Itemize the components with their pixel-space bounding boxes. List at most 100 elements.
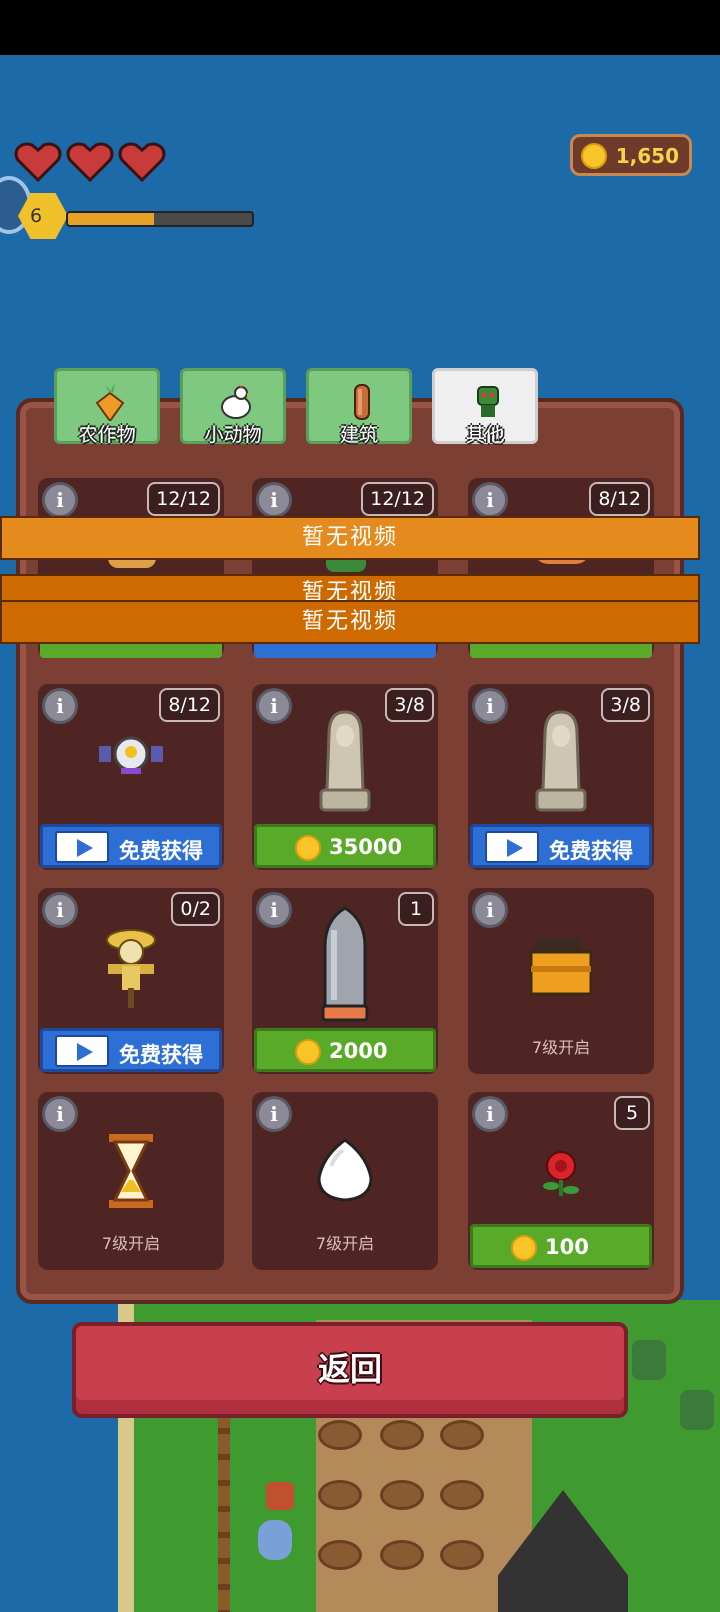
heart-icon — [66, 140, 114, 183]
shop-card[interactable]: i 3/8 免费获得 — [468, 684, 654, 870]
blue-slime-icon — [258, 1520, 292, 1560]
crop-hole — [380, 1480, 424, 1510]
crop-hole — [440, 1420, 484, 1450]
count-badge: 0/2 — [171, 892, 220, 926]
free-video-button[interactable] — [254, 644, 436, 658]
crop-hole — [380, 1420, 424, 1450]
goblin-npc-icon — [632, 1340, 666, 1380]
tab-others[interactable]: 其他 — [432, 368, 538, 446]
count-badge: 3/8 — [601, 688, 650, 722]
info-button[interactable]: i — [472, 688, 508, 724]
xp-fill — [68, 213, 155, 225]
crop-hole — [440, 1480, 484, 1510]
shop-card: i 7级开启 — [252, 1092, 438, 1270]
carrot-icon — [95, 383, 125, 421]
free-video-button[interactable]: 免费获得 — [470, 824, 652, 868]
video-icon — [485, 831, 539, 863]
video-icon — [55, 831, 109, 863]
crop-hole — [318, 1480, 362, 1510]
tab-label: 建筑 — [339, 424, 378, 446]
heart-icon — [118, 140, 166, 183]
crop-hole — [380, 1540, 424, 1570]
button-label: 免费获得 — [119, 1043, 203, 1067]
free-video-button[interactable]: 免费获得 — [40, 1028, 222, 1072]
crop-hole — [318, 1420, 362, 1450]
button-label: 免费获得 — [119, 839, 203, 863]
count-badge: 12/12 — [147, 482, 220, 516]
unlock-level-label: 7级开启 — [101, 1234, 161, 1253]
shop-card: i 7级开启 — [38, 1092, 224, 1270]
tab-label: 小动物 — [204, 424, 262, 446]
count-badge: 12/12 — [361, 482, 434, 516]
toast-no-video: 暂无视频 — [0, 600, 700, 644]
button-label: 免费获得 — [549, 839, 633, 863]
strawberry-seed-icon — [266, 1482, 294, 1510]
crop-hole — [318, 1540, 362, 1570]
shop-card[interactable]: i 1 2000 — [252, 888, 438, 1074]
treasure-box-icon — [529, 938, 593, 996]
info-button[interactable]: i — [42, 688, 78, 724]
unlock-level-label: 7级开启 — [315, 1234, 375, 1253]
info-button[interactable]: i — [42, 1096, 78, 1132]
shop-card[interactable]: i 8/12 免费获得 — [38, 684, 224, 870]
info-button[interactable]: i — [472, 482, 508, 518]
tab-label: 其他 — [465, 424, 504, 446]
rose-icon — [543, 1151, 579, 1196]
praying-statue-icon — [535, 710, 587, 812]
coin-amount: 1,650 — [615, 144, 679, 168]
info-button[interactable]: i — [472, 892, 508, 928]
status-bar — [0, 0, 720, 55]
coin-icon — [295, 835, 321, 861]
buy-coin-button[interactable]: 2000 — [254, 1028, 436, 1072]
price-label: 100 — [545, 1235, 589, 1259]
shop-card[interactable]: i 5 100 — [468, 1092, 654, 1270]
egg-icon — [317, 1138, 373, 1202]
shop-card[interactable]: i 0/2 免费获得 — [38, 888, 224, 1074]
xp-bar — [66, 211, 254, 227]
tab-buildings[interactable]: 建筑 — [306, 368, 412, 446]
level-number: 6 — [29, 205, 43, 227]
buy-coin-button[interactable]: 35000 — [254, 824, 436, 868]
hourglass-icon — [109, 1134, 153, 1208]
count-badge: 8/12 — [589, 482, 650, 516]
tab-animals[interactable]: 小动物 — [180, 368, 286, 446]
info-button[interactable]: i — [42, 482, 78, 518]
goblin-icon — [477, 386, 499, 417]
goblin-npc-icon — [680, 1390, 714, 1430]
info-button[interactable]: i — [256, 482, 292, 518]
coin-counter[interactable]: 1,650 — [570, 134, 692, 176]
bullet-statue-icon — [321, 906, 369, 1022]
count-badge: 3/8 — [385, 688, 434, 722]
crop-hole — [440, 1540, 484, 1570]
coin-icon — [581, 143, 607, 169]
info-button[interactable]: i — [42, 892, 78, 928]
free-video-button[interactable]: 免费获得 — [40, 824, 222, 868]
buy-coin-button[interactable] — [40, 644, 222, 658]
fence-post-icon — [354, 384, 370, 420]
back-button[interactable]: 返回 — [72, 1322, 628, 1418]
info-button[interactable]: i — [472, 1096, 508, 1132]
price-label: 2000 — [329, 1039, 388, 1063]
heart-icon — [14, 140, 62, 183]
count-badge: 5 — [614, 1096, 650, 1130]
info-button[interactable]: i — [256, 1096, 292, 1132]
praying-statue-icon — [319, 710, 371, 812]
coin-icon — [295, 1039, 321, 1065]
scarecrow-icon — [106, 929, 156, 1008]
info-button[interactable]: i — [256, 892, 292, 928]
health-hearts — [14, 140, 166, 183]
tab-crops[interactable]: 农作物 — [54, 368, 160, 446]
coin-icon — [511, 1235, 537, 1261]
shop-card[interactable]: i 3/8 35000 — [252, 684, 438, 870]
count-badge: 8/12 — [159, 688, 220, 722]
count-badge: 1 — [398, 892, 434, 926]
unlock-level-label: 7级开启 — [531, 1038, 591, 1057]
info-button[interactable]: i — [256, 688, 292, 724]
robot-drone-icon — [99, 736, 163, 774]
shop-card: i 7级开启 — [468, 888, 654, 1074]
price-label: 35000 — [329, 835, 403, 859]
tab-label: 农作物 — [78, 424, 136, 446]
buy-coin-button[interactable] — [470, 644, 652, 658]
buy-coin-button[interactable]: 100 — [470, 1224, 652, 1268]
chicken-icon — [221, 385, 251, 419]
